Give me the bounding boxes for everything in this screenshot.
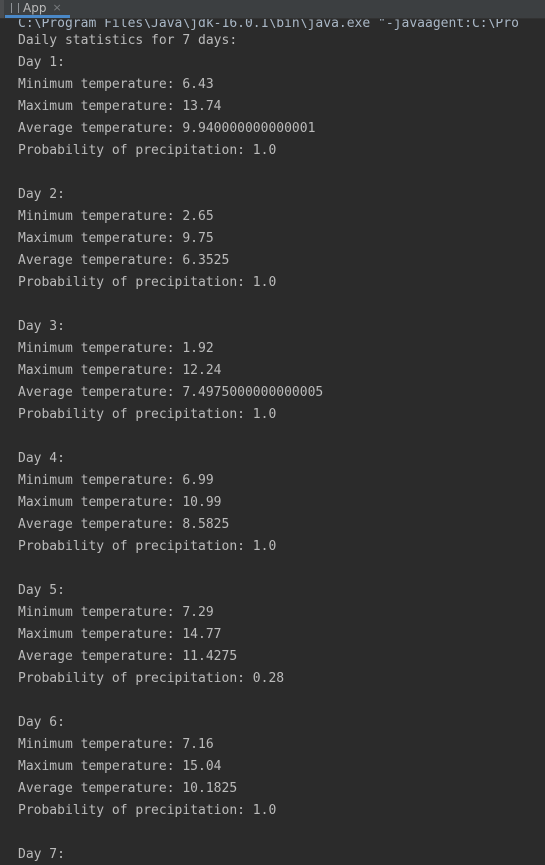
precipitation-line: Probability of precipitation: 1.0	[18, 143, 277, 158]
avg-temperature-line: Average temperature: 8.5825	[18, 517, 230, 532]
day-heading: Day 3:	[18, 319, 65, 334]
run-tabbar: App ×	[0, 0, 545, 19]
avg-temperature-line: Average temperature: 9.940000000000001	[18, 121, 316, 136]
avg-temperature-line: Average temperature: 11.4275	[18, 649, 238, 664]
avg-temperature-line: Average temperature: 7.4975000000000005	[18, 385, 324, 400]
day-heading: Day 5:	[18, 583, 65, 598]
console-output[interactable]: C:\Program Files\Java\jdk-16.0.1\bin\jav…	[0, 19, 545, 865]
min-temperature-line: Minimum temperature: 7.16	[18, 737, 214, 752]
day-heading: Day 1:	[18, 55, 65, 70]
avg-temperature-line: Average temperature: 10.1825	[18, 781, 238, 796]
close-icon[interactable]: ×	[52, 2, 61, 13]
min-temperature-line: Minimum temperature: 2.65	[18, 209, 214, 224]
tool-window-stripe	[0, 0, 4, 18]
avg-temperature-line: Average temperature: 6.3525	[18, 253, 230, 268]
stats-header: Daily statistics for 7 days:	[18, 33, 238, 48]
max-temperature-line: Maximum temperature: 13.74	[18, 99, 222, 114]
max-temperature-line: Maximum temperature: 10.99	[18, 495, 222, 510]
precipitation-line: Probability of precipitation: 1.0	[18, 539, 277, 554]
day-heading: Day 6:	[18, 715, 65, 730]
run-tool-window: App × C:\Program Files\Java\jdk-16.0.1\b…	[0, 0, 545, 865]
day-heading: Day 4:	[18, 451, 65, 466]
min-temperature-line: Minimum temperature: 6.43	[18, 77, 214, 92]
precipitation-line: Probability of precipitation: 0.28	[18, 671, 285, 686]
min-temperature-line: Minimum temperature: 7.29	[18, 605, 214, 620]
day-heading: Day 2:	[18, 187, 65, 202]
precipitation-line: Probability of precipitation: 1.0	[18, 407, 277, 422]
max-temperature-line: Maximum temperature: 12.24	[18, 363, 222, 378]
max-temperature-line: Maximum temperature: 14.77	[18, 627, 222, 642]
min-temperature-line: Minimum temperature: 6.99	[18, 473, 214, 488]
max-temperature-line: Maximum temperature: 9.75	[18, 231, 214, 246]
max-temperature-line: Maximum temperature: 15.04	[18, 759, 222, 774]
day-heading: Day 7:	[18, 847, 65, 862]
min-temperature-line: Minimum temperature: 1.92	[18, 341, 214, 356]
tab-label: App	[23, 0, 47, 15]
tab-app[interactable]: App ×	[5, 0, 70, 18]
precipitation-line: Probability of precipitation: 1.0	[18, 275, 277, 290]
precipitation-line: Probability of precipitation: 1.0	[18, 803, 277, 818]
run-config-icon	[11, 2, 19, 13]
